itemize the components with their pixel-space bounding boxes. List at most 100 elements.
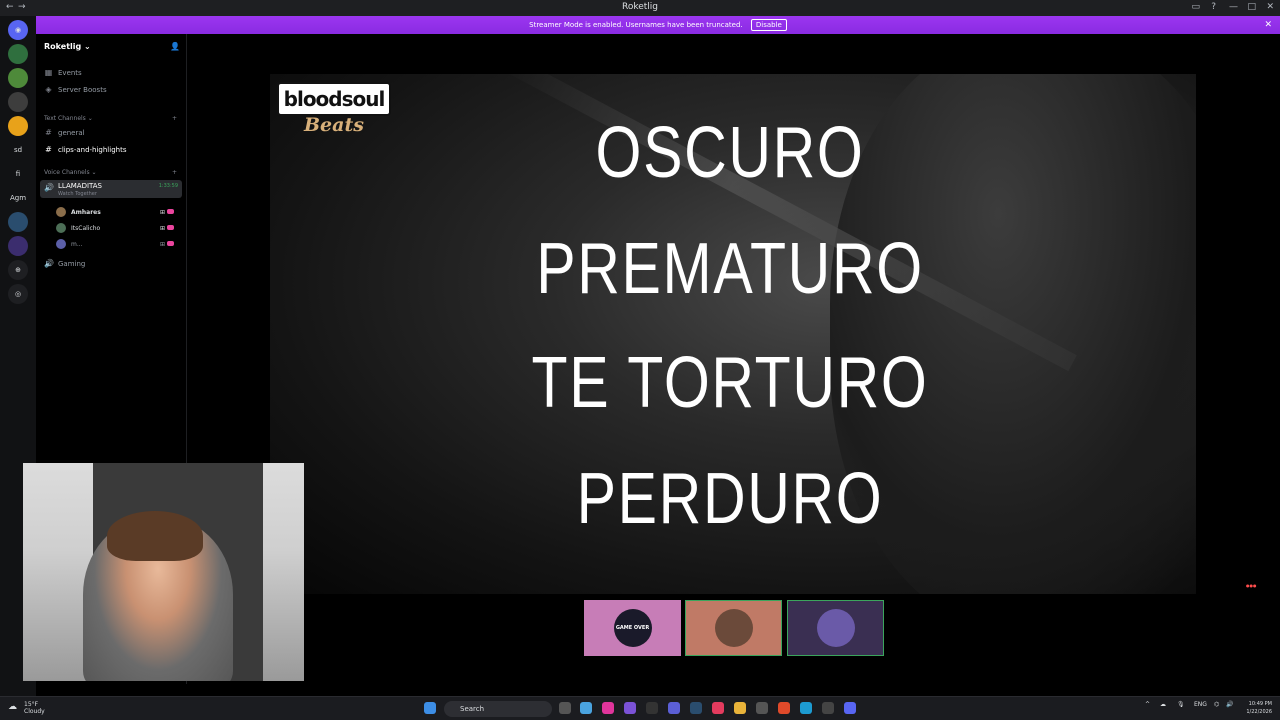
server-icon-2[interactable]: [8, 68, 28, 88]
voice-channel-activity: Watch Together: [58, 191, 97, 197]
voice-member[interactable]: Amhares ⊞: [56, 207, 175, 217]
taskview-icon[interactable]: [559, 702, 571, 714]
start-icon[interactable]: [424, 702, 436, 714]
chrome-icon[interactable]: [778, 702, 790, 714]
invite-people-icon[interactable]: 👤: [170, 42, 180, 51]
avatar: [56, 223, 66, 233]
streamer-mode-banner: Streamer Mode is enabled. Usernames have…: [36, 16, 1280, 34]
voice-channel-gaming[interactable]: 🔊 Gaming: [44, 259, 85, 268]
hash-icon: #: [45, 128, 52, 137]
onedrive-icon[interactable]: ☁: [1160, 701, 1166, 708]
boost-icon: ◈: [45, 85, 52, 94]
sidebar-item-events[interactable]: ▦ Events: [44, 68, 82, 77]
server-sd[interactable]: sd: [8, 140, 28, 160]
category-voice-channels[interactable]: Voice Channels ⌄ +: [44, 169, 177, 176]
avatar: [56, 207, 66, 217]
steam-icon[interactable]: [690, 702, 702, 714]
channel-general[interactable]: # general: [44, 128, 85, 137]
avatar: [714, 609, 753, 647]
sidebar-item-server-boosts[interactable]: ◈ Server Boosts: [44, 85, 107, 94]
voice-channel-timer: 1:33:59: [158, 183, 178, 189]
screen-icon: ⊞: [160, 224, 166, 232]
app-icon[interactable]: [580, 702, 592, 714]
app-icon[interactable]: [646, 702, 658, 714]
voice-member[interactable]: ItsCalicho ⊞: [56, 223, 175, 233]
hash-icon: #: [45, 145, 52, 154]
banner-close-icon[interactable]: ✕: [1264, 16, 1272, 34]
app-icon[interactable]: [712, 702, 724, 714]
mic-icon[interactable]: 🎙: [1177, 701, 1185, 708]
folder-icon[interactable]: [734, 702, 746, 714]
window-titlebar: ← → Roketlig ▭ ? — □ ✕: [0, 0, 1280, 16]
sidebar-item-label: Server Boosts: [58, 85, 107, 94]
help-icon[interactable]: ?: [1211, 2, 1216, 12]
language-indicator[interactable]: ENG: [1194, 701, 1207, 708]
screen-icon: ⊞: [160, 208, 166, 216]
channel-label: Gaming: [58, 259, 86, 268]
discord-icon[interactable]: [844, 702, 856, 714]
server-fi[interactable]: fi: [8, 164, 28, 184]
sidebar-item-label: Events: [58, 68, 82, 77]
server-icon-4[interactable]: [8, 116, 28, 136]
weather-icon: ☁: [8, 702, 17, 712]
channel-label: clips-and-highlights: [58, 145, 127, 154]
banner-text: Streamer Mode is enabled. Usernames have…: [529, 21, 743, 29]
live-badge: [167, 208, 175, 214]
network-icon[interactable]: ⌬: [1214, 701, 1219, 708]
participant-tile[interactable]: GAME OVER: [584, 600, 681, 656]
volume-icon[interactable]: 🔊: [1226, 701, 1233, 708]
speaker-icon: 🔊: [44, 259, 54, 268]
app-icon[interactable]: [756, 702, 768, 714]
server-icon-1[interactable]: [8, 44, 28, 64]
screen-icon: ⊞: [160, 240, 166, 248]
create-channel-icon[interactable]: +: [172, 115, 177, 122]
taskbar-clock[interactable]: 10:49 PM 1/22/2026: [1246, 700, 1272, 716]
minimize-icon[interactable]: —: [1229, 2, 1238, 12]
taskbar: ☁ 15°F Cloudy Search ^ ☁ 🎙 ENG ⌬ 🔊 10:49…: [0, 696, 1280, 720]
voice-channel-llamaditas[interactable]: 🔊 LLAMADITAS Watch Together 1:33:59: [40, 180, 182, 198]
lyric-line: OSCURO: [595, 113, 865, 193]
app-icon[interactable]: [668, 702, 680, 714]
channel-logo: bloodsoul: [277, 82, 391, 116]
add-server-icon[interactable]: ⊕: [8, 260, 28, 280]
tray-chevron-icon[interactable]: ^: [1145, 701, 1150, 708]
member-badges: ⊞: [160, 208, 175, 216]
lyric-line: TE TORTURO: [531, 343, 929, 423]
category-label: Voice Channels: [44, 169, 90, 176]
streamer-hair: [107, 511, 203, 561]
stream-viewer[interactable]: bloodsoul Beats OSCURO PREMATURO TE TORT…: [270, 74, 1196, 594]
channel-clips-and-highlights[interactable]: # clips-and-highlights: [44, 145, 126, 154]
server-name[interactable]: Roketlig ⌄: [44, 42, 91, 51]
app-icon[interactable]: [602, 702, 614, 714]
server-icon-3[interactable]: [8, 92, 28, 112]
member-badges: ⊞: [160, 224, 175, 232]
channel-label: general: [58, 128, 85, 137]
weather-widget[interactable]: 15°F Cloudy: [24, 701, 45, 715]
home-icon[interactable]: ◉: [8, 20, 28, 40]
server-agm[interactable]: Agm: [8, 188, 28, 208]
server-icon-5[interactable]: [8, 212, 28, 232]
app-icon[interactable]: [822, 702, 834, 714]
search-label: Search: [460, 705, 485, 713]
lyric-line: PREMATURO: [536, 229, 924, 309]
participant-tile[interactable]: [787, 600, 884, 656]
discover-icon[interactable]: ◎: [8, 284, 28, 304]
speaker-icon: 🔊: [44, 183, 54, 192]
participant-tile[interactable]: [685, 600, 782, 656]
app-icon[interactable]: [624, 702, 636, 714]
inbox-icon[interactable]: ▭: [1191, 2, 1200, 12]
edge-icon[interactable]: [800, 702, 812, 714]
maximize-icon[interactable]: □: [1247, 2, 1256, 12]
participant-tiles: GAME OVER: [584, 600, 884, 656]
taskbar-search[interactable]: Search: [444, 701, 552, 717]
channel-logo-subtitle: Beats: [304, 114, 364, 136]
disable-streamer-mode-button[interactable]: Disable: [750, 19, 787, 31]
create-voice-channel-icon[interactable]: +: [172, 169, 177, 176]
close-window-icon[interactable]: ✕: [1266, 2, 1274, 12]
weather-desc: Cloudy: [24, 708, 45, 715]
recording-indicator: ●●●: [1246, 583, 1257, 588]
category-text-channels[interactable]: Text Channels ⌄ +: [44, 115, 177, 122]
voice-member[interactable]: m... ⊞: [56, 239, 175, 249]
window-title: Roketlig: [621, 2, 659, 12]
server-icon-6[interactable]: [8, 236, 28, 256]
